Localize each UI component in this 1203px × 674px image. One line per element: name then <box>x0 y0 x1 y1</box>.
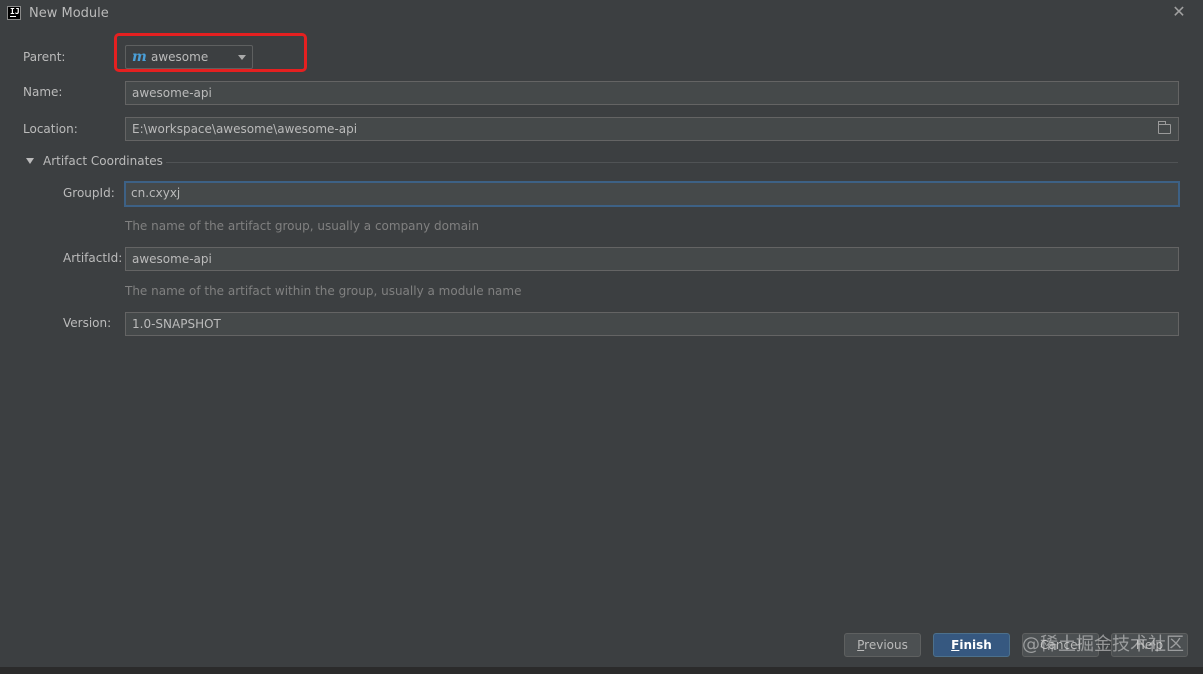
location-label: Location: <box>23 122 78 136</box>
artifact-section-title[interactable]: Artifact Coordinates <box>43 154 163 168</box>
artifactid-hint: The name of the artifact within the grou… <box>125 284 522 298</box>
bottom-strip <box>0 667 1203 674</box>
dialog-titlebar: IJ New Module ✕ <box>0 0 1203 28</box>
expand-arrow-icon[interactable] <box>26 158 34 164</box>
close-icon[interactable]: ✕ <box>1171 4 1187 20</box>
section-divider <box>166 162 1178 163</box>
watermark: @稀土掘金技术社区 <box>1022 634 1184 655</box>
highlight-box <box>114 33 307 72</box>
folder-icon[interactable] <box>1158 121 1171 134</box>
groupid-hint: The name of the artifact group, usually … <box>125 219 479 233</box>
previous-button[interactable]: Previous <box>844 633 921 657</box>
version-label: Version: <box>63 316 112 330</box>
groupid-label: GroupId: <box>63 186 115 200</box>
version-field[interactable]: 1.0-SNAPSHOT <box>125 312 1179 336</box>
finish-label: inish <box>959 638 992 652</box>
artifactid-field[interactable]: awesome-api <box>125 247 1179 271</box>
artifactid-label: ArtifactId: <box>63 251 123 265</box>
dialog-title: New Module <box>29 6 109 21</box>
finish-button[interactable]: Finish <box>933 633 1010 657</box>
name-field[interactable]: awesome-api <box>125 81 1179 105</box>
parent-label: Parent: <box>23 50 66 64</box>
intellij-idea-icon: IJ <box>7 6 21 20</box>
location-field[interactable]: E:\workspace\awesome\awesome-api <box>125 117 1179 141</box>
groupid-field[interactable]: cn.cxyxj <box>124 181 1180 207</box>
name-label: Name: <box>23 85 63 99</box>
previous-label: revious <box>864 638 908 652</box>
